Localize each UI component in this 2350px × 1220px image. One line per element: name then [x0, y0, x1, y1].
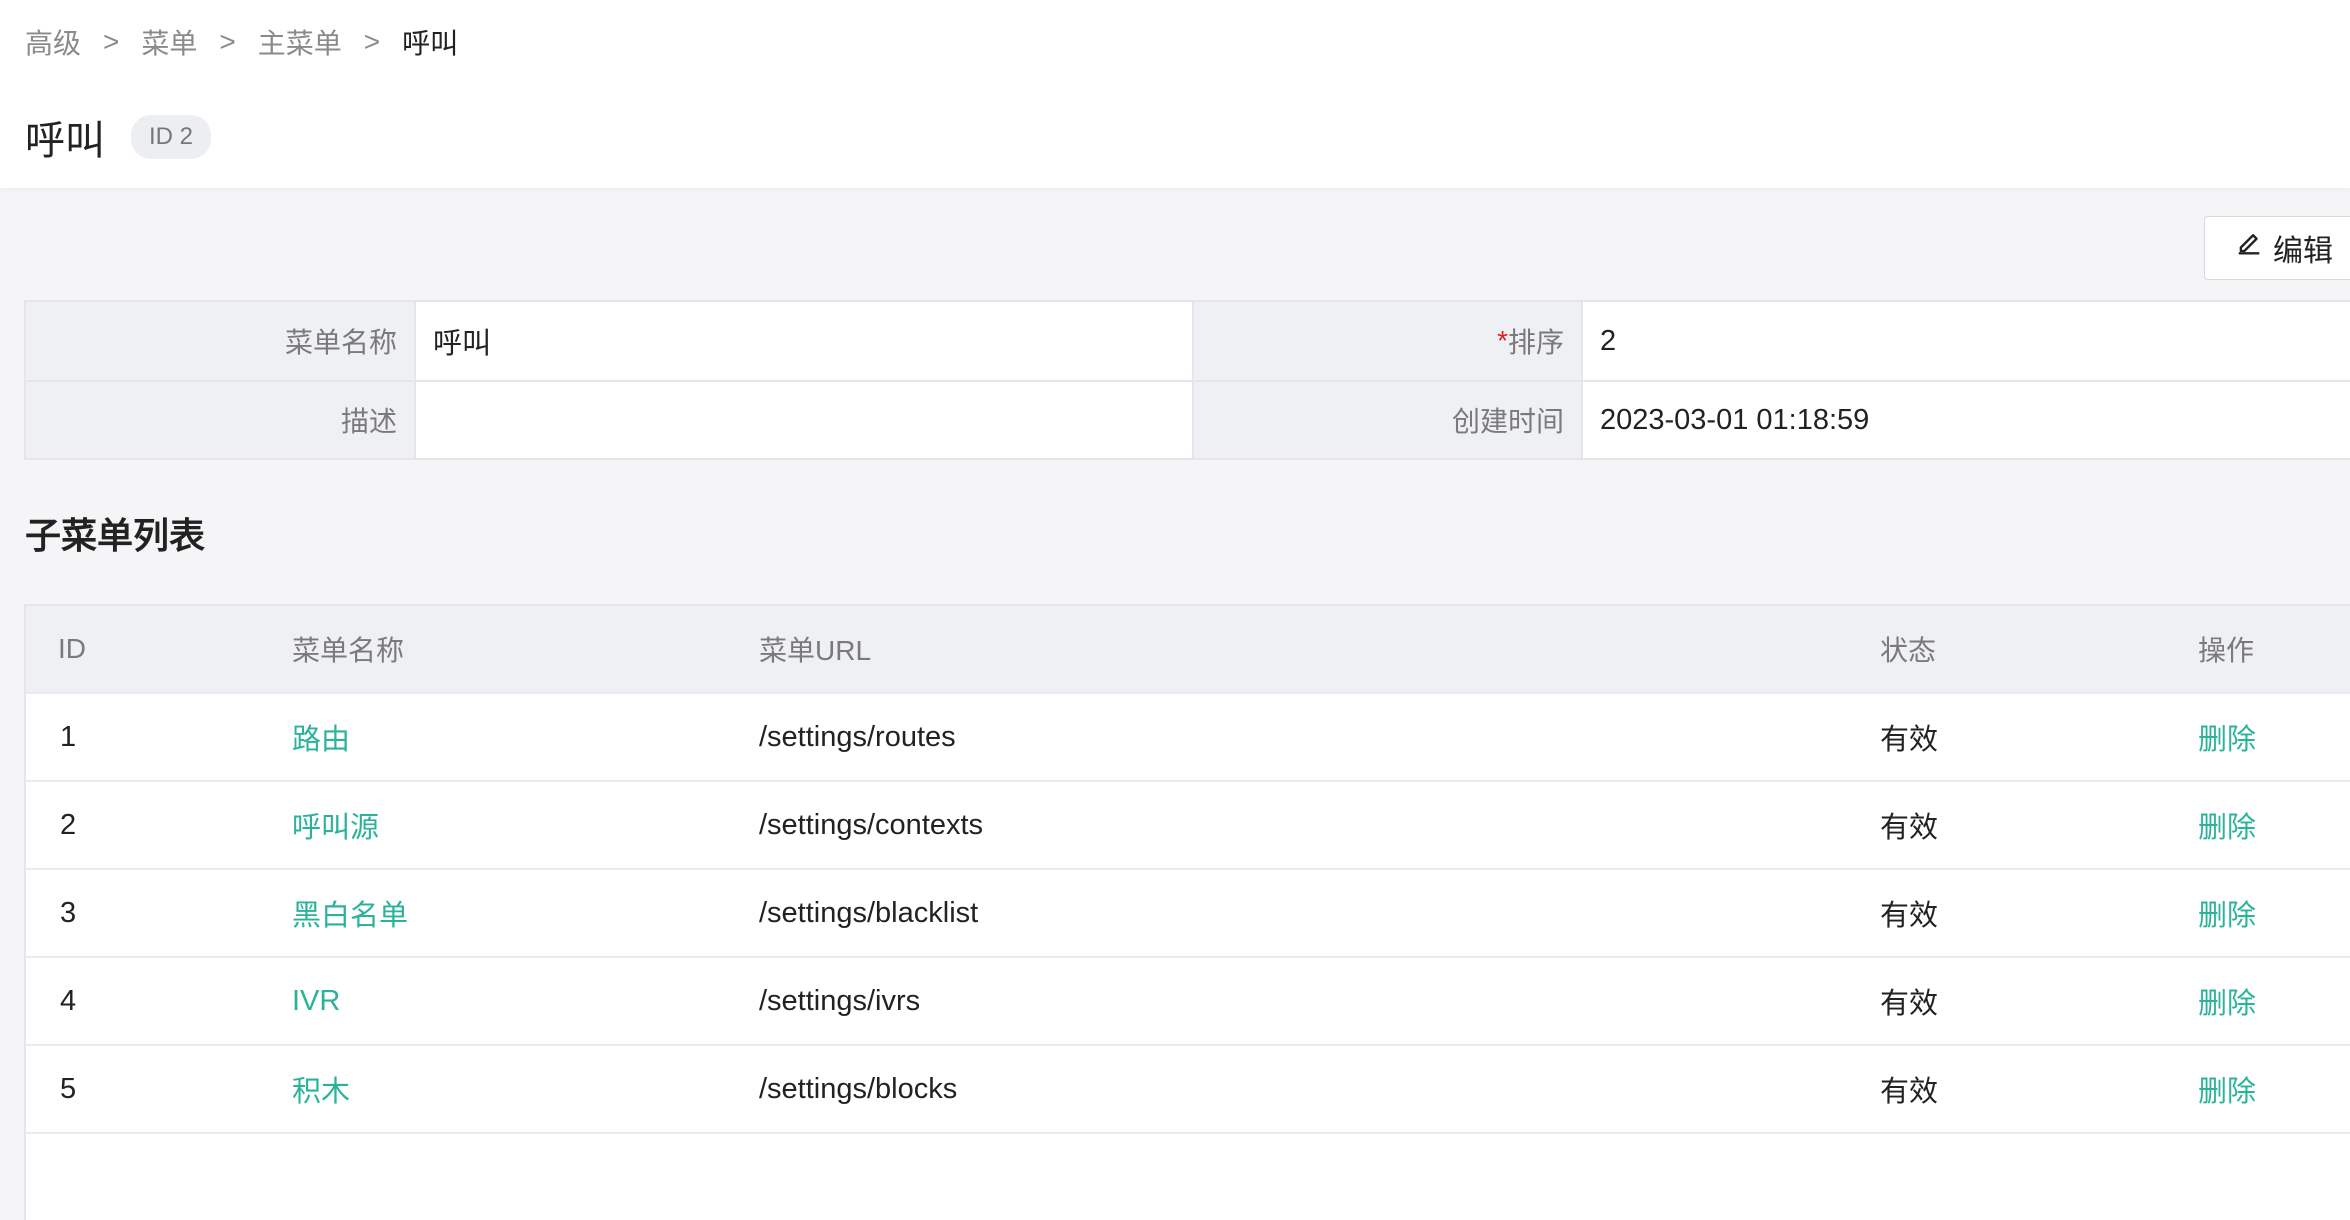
row-name-link[interactable]: 呼叫源	[292, 804, 759, 846]
row-name-link[interactable]: IVR	[292, 985, 759, 1018]
created-time-value: 2023-03-01 01:18:59	[1600, 403, 1870, 436]
row-url: /settings/blacklist	[759, 896, 979, 929]
page-title: 呼叫	[25, 119, 105, 163]
row-status: 有效	[1880, 724, 1939, 756]
row-name-link[interactable]: 路由	[292, 716, 759, 758]
row-id: 3	[60, 896, 77, 929]
table-header: ID 菜单名称 菜单URL 状态 操作	[26, 604, 2350, 692]
delete-link[interactable]: 删除	[2198, 980, 2350, 1022]
name-label: 菜单名称	[26, 302, 416, 380]
required-marker: *	[1497, 325, 1508, 356]
column-header-id: ID	[58, 633, 86, 664]
row-status: 有效	[1880, 900, 1939, 932]
column-header-status: 状态	[1880, 635, 1937, 666]
row-name-link[interactable]: 黑白名单	[292, 892, 759, 934]
breadcrumb-separator: >	[103, 26, 120, 57]
row-id: 1	[60, 720, 77, 753]
description-value	[416, 382, 1194, 458]
table-row: 4 IVR /settings/ivrs 有效 删除	[26, 956, 2350, 1044]
order-label: * 排序	[1194, 302, 1583, 380]
row-name-link[interactable]: 积木	[292, 1068, 759, 1110]
page-header: 高级 > 菜单 > 主菜单 > 呼叫 呼叫 ID 2	[0, 0, 2350, 188]
row-id: 5	[60, 1072, 77, 1105]
edit-button[interactable]: 编辑	[2204, 216, 2350, 280]
breadcrumb-item-advanced[interactable]: 高级	[25, 22, 81, 62]
column-header-action: 操作	[2198, 635, 2255, 666]
row-id: 2	[60, 808, 77, 841]
column-header-url: 菜单URL	[759, 635, 872, 666]
row-url: /settings/routes	[759, 720, 956, 753]
order-value: 2	[1600, 324, 1617, 357]
submenu-section-title: 子菜单列表	[25, 515, 206, 556]
breadcrumb-current: 呼叫	[402, 28, 459, 59]
id-badge: ID 2	[131, 115, 212, 159]
info-row: 描述 创建时间 2023-03-01 01:18:59	[26, 380, 2350, 458]
delete-link[interactable]: 删除	[2198, 892, 2350, 934]
delete-link[interactable]: 删除	[2198, 716, 2350, 758]
table-row: 1 路由 /settings/routes 有效 删除	[26, 692, 2350, 780]
submenu-table: ID 菜单名称 菜单URL 状态 操作 1 路由 /settings/route…	[24, 604, 2350, 1220]
row-url: /settings/ivrs	[759, 984, 921, 1017]
row-id: 4	[60, 984, 77, 1017]
edit-button-label: 编辑	[2273, 235, 2333, 268]
breadcrumb: 高级 > 菜单 > 主菜单 > 呼叫	[25, 22, 458, 62]
table-row: 5 积木 /settings/blocks 有效 删除	[26, 1044, 2350, 1132]
delete-link[interactable]: 删除	[2198, 1068, 2350, 1110]
table-row-partial	[26, 1132, 2350, 1220]
row-status: 有效	[1880, 812, 1939, 844]
breadcrumb-separator: >	[219, 26, 236, 57]
description-label: 描述	[26, 382, 416, 458]
breadcrumb-item-main-menu[interactable]: 主菜单	[258, 22, 342, 62]
created-time-label: 创建时间	[1194, 382, 1583, 458]
delete-link[interactable]: 删除	[2198, 804, 2350, 846]
column-header-name: 菜单名称	[292, 635, 405, 666]
row-url: /settings/contexts	[759, 808, 984, 841]
title-row: 呼叫 ID 2	[25, 108, 212, 166]
name-value: 呼叫	[416, 302, 1194, 380]
row-url: /settings/blocks	[759, 1072, 958, 1105]
breadcrumb-item-menu[interactable]: 菜单	[141, 22, 197, 62]
pencil-icon	[2235, 230, 2263, 266]
order-label-text: 排序	[1507, 327, 1564, 358]
breadcrumb-separator: >	[363, 26, 381, 57]
info-row: 菜单名称 呼叫 * 排序 2	[26, 302, 2350, 380]
table-row: 3 黑白名单 /settings/blacklist 有效 删除	[26, 868, 2350, 956]
row-status: 有效	[1880, 1076, 1939, 1108]
table-row: 2 呼叫源 /settings/contexts 有效 删除	[26, 780, 2350, 868]
info-grid: 菜单名称 呼叫 * 排序 2 描述 创建时间 2023-03-01 01:18:5…	[24, 300, 2350, 460]
row-status: 有效	[1880, 988, 1939, 1020]
